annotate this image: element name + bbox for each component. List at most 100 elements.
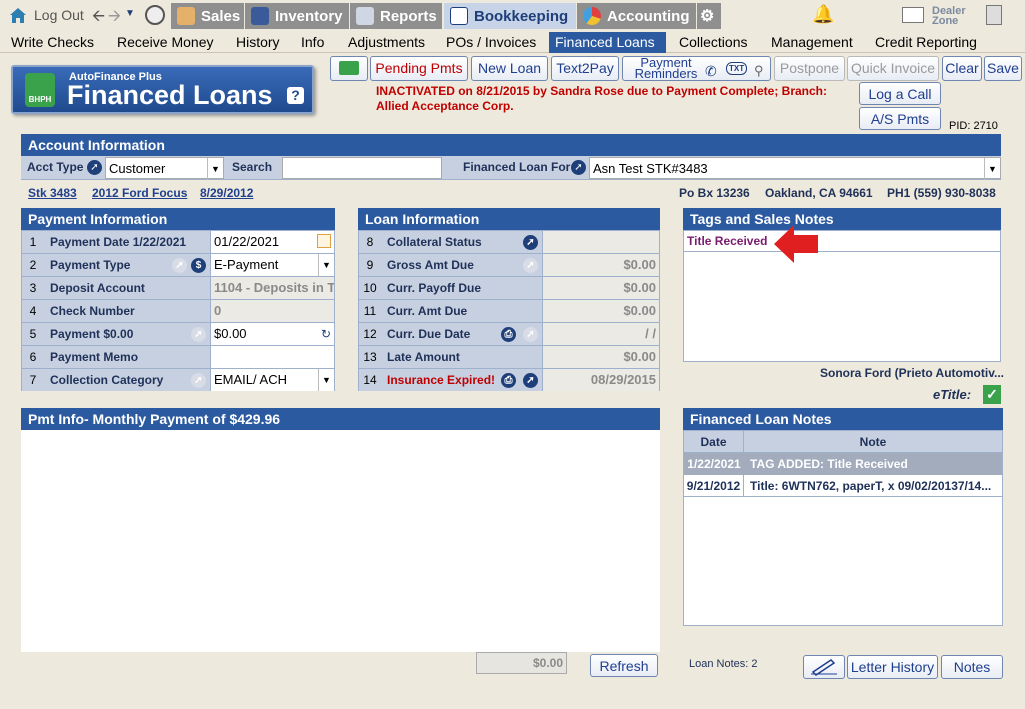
bhph-house-icon: BHPH	[25, 73, 55, 107]
refresh-icon[interactable]: ↻	[321, 323, 331, 345]
home-icon[interactable]	[8, 5, 28, 25]
payment-row-memo: 6 Payment Memo	[22, 346, 334, 369]
menu-write-checks[interactable]: Write Checks	[5, 32, 100, 53]
financed-for-select[interactable]: Asn Test STK#3483 ▼	[589, 157, 1001, 180]
logout-link[interactable]: Log Out	[34, 7, 84, 23]
calendar-icon[interactable]	[317, 234, 331, 248]
back-icon[interactable]: 🡨	[92, 5, 105, 32]
print-receipt-button[interactable]	[330, 56, 368, 81]
search-input[interactable]	[282, 157, 442, 179]
report-icon	[356, 7, 374, 25]
dollar-icon[interactable]: $	[191, 258, 206, 273]
collateral-link-icon[interactable]: ➚	[523, 235, 538, 250]
menu-credit-reporting[interactable]: Credit Reporting	[869, 32, 983, 53]
menu-financed-loans[interactable]: Financed Loans	[549, 32, 666, 53]
letter-history-button[interactable]: Letter History	[847, 655, 938, 679]
menu-pos-invoices[interactable]: POs / Invoices	[440, 32, 542, 53]
new-loan-button[interactable]: New Loan	[471, 56, 548, 81]
menu-receive-money[interactable]: Receive Money	[111, 32, 220, 53]
menu-management[interactable]: Management	[765, 32, 859, 53]
note-row[interactable]: 9/21/2012 Title: 6WTN762, paperT, x 09/0…	[684, 475, 1002, 497]
insurance-link-icon[interactable]: ➚	[523, 373, 538, 388]
tags-panel: Title Received	[683, 225, 1001, 362]
dealer-zone-link[interactable]: Dealer Zone	[932, 6, 972, 27]
financed-for-link-icon[interactable]: ➚	[571, 160, 586, 175]
menu-collections[interactable]: Collections	[673, 32, 753, 53]
postpone-button[interactable]: Postpone	[774, 56, 845, 81]
chevron-down-icon: ▼	[207, 158, 223, 180]
pen-icon	[811, 659, 837, 676]
gear-icon: ⚙	[700, 8, 715, 25]
late-amount-field: $0.00	[542, 346, 659, 368]
refresh-button[interactable]: Refresh	[590, 654, 658, 677]
help-icon[interactable]: ?	[287, 87, 304, 104]
support-avatar-icon[interactable]	[145, 5, 165, 25]
menu-adjustments[interactable]: Adjustments	[342, 32, 431, 53]
account-info-row: Acct Type ➚ Customer ▼ Search Financed L…	[21, 156, 1001, 180]
bell-icon[interactable]: 🔔	[812, 4, 834, 25]
payment-type-select[interactable]: E-Payment ▼	[210, 254, 334, 276]
pmt-info-header: Pmt Info- Monthly Payment of $429.96	[21, 408, 660, 430]
menu-history[interactable]: History	[230, 32, 286, 53]
loan-row-insurance: 14 Insurance Expired! ⎙ ➚ 08/29/2015	[359, 369, 659, 392]
phone-icon: ✆	[705, 63, 717, 79]
pending-pmts-button[interactable]: Pending Pmts	[370, 56, 468, 81]
pmt-info-area	[21, 430, 660, 652]
payment-row-check: 4 Check Number 0	[22, 300, 334, 323]
payment-amount-input[interactable]: $0.00 ↻	[210, 323, 334, 345]
payment-date-input[interactable]: 01/22/2021	[210, 231, 334, 253]
vehicle-stock-link[interactable]: Stk 3483	[28, 186, 77, 200]
collateral-status-field	[542, 231, 659, 253]
acct-type-select[interactable]: Customer ▼	[105, 157, 224, 180]
payoff-field: $0.00	[542, 277, 659, 299]
gross-amt-field: $0.00	[542, 254, 659, 276]
dealer-name: Sonora Ford (Prieto Automotiv...	[820, 366, 1004, 380]
etitle-label: eTitle:	[933, 387, 972, 402]
nav-bookkeeping[interactable]: Bookkeeping	[444, 3, 576, 29]
loan-row-curr-amt: 11 Curr. Amt Due $0.00	[359, 300, 659, 323]
nav-sales[interactable]: Sales	[171, 3, 244, 29]
loan-row-payoff: 10 Curr. Payoff Due $0.00	[359, 277, 659, 300]
notes-header: Financed Loan Notes	[683, 408, 1003, 430]
settings-button[interactable]: ⚙	[697, 3, 721, 29]
nav-reports[interactable]: Reports	[350, 3, 442, 29]
forward-icon[interactable]: 🡪	[108, 5, 121, 32]
history-dropdown-icon[interactable]: ▼	[125, 8, 135, 19]
note-row[interactable]: 1/22/2021 TAG ADDED: Title Received	[684, 453, 1002, 475]
nav-accounting[interactable]: Accounting	[577, 3, 696, 29]
loan-row-late: 13 Late Amount $0.00	[359, 346, 659, 369]
payment-memo-input[interactable]	[210, 346, 334, 368]
deposit-account-field: 1104 - Deposits in T	[210, 277, 334, 299]
payment-reminders-button[interactable]: Payment Reminders ✆ TXT ⚲	[622, 56, 771, 81]
text2pay-button[interactable]: Text2Pay	[551, 56, 619, 81]
quick-invoice-button[interactable]: Quick Invoice	[847, 56, 939, 81]
save-button[interactable]: Save	[984, 56, 1022, 81]
vehicle-car-link[interactable]: 2012 Ford Focus	[92, 186, 187, 200]
txt-icon: TXT	[726, 62, 748, 75]
car-icon	[251, 7, 269, 25]
dealer-zone-icon[interactable]	[902, 7, 924, 23]
loan-notes-count: Loan Notes: 2	[689, 658, 758, 670]
print-icon[interactable]: ⎙	[501, 327, 516, 342]
nav-inventory[interactable]: Inventory	[245, 3, 349, 29]
salesperson-icon	[177, 7, 195, 25]
financed-for-label: Financed Loan For	[463, 160, 571, 174]
compose-note-button[interactable]	[803, 655, 845, 679]
tag-item[interactable]: Title Received	[684, 231, 1000, 252]
calculator-icon[interactable]	[986, 5, 1002, 25]
as-pmts-button[interactable]: A/S Pmts	[859, 107, 941, 130]
clear-button[interactable]: Clear	[942, 56, 982, 81]
insurance-date-field: 08/29/2015	[542, 369, 659, 391]
menu-info[interactable]: Info	[295, 32, 330, 53]
financed-loans-logo: BHPH AutoFinance Plus Financed Loans ?	[11, 65, 314, 114]
payment-amount-link-icon: ➚	[191, 327, 206, 342]
print-icon[interactable]: ⎙	[501, 373, 516, 388]
vehicle-date-link[interactable]: 8/29/2012	[200, 186, 253, 200]
etitle-check-icon[interactable]: ✓	[983, 385, 1001, 404]
notes-button[interactable]: Notes	[941, 655, 1003, 679]
collection-category-select[interactable]: EMAIL/ ACH ▼	[210, 369, 334, 391]
payment-row-collection: 7 Collection Category ➚ EMAIL/ ACH ▼	[22, 369, 334, 392]
log-call-button[interactable]: Log a Call	[859, 82, 941, 105]
chevron-down-icon: ▼	[984, 158, 1000, 180]
acct-type-link-icon[interactable]: ➚	[87, 160, 102, 175]
